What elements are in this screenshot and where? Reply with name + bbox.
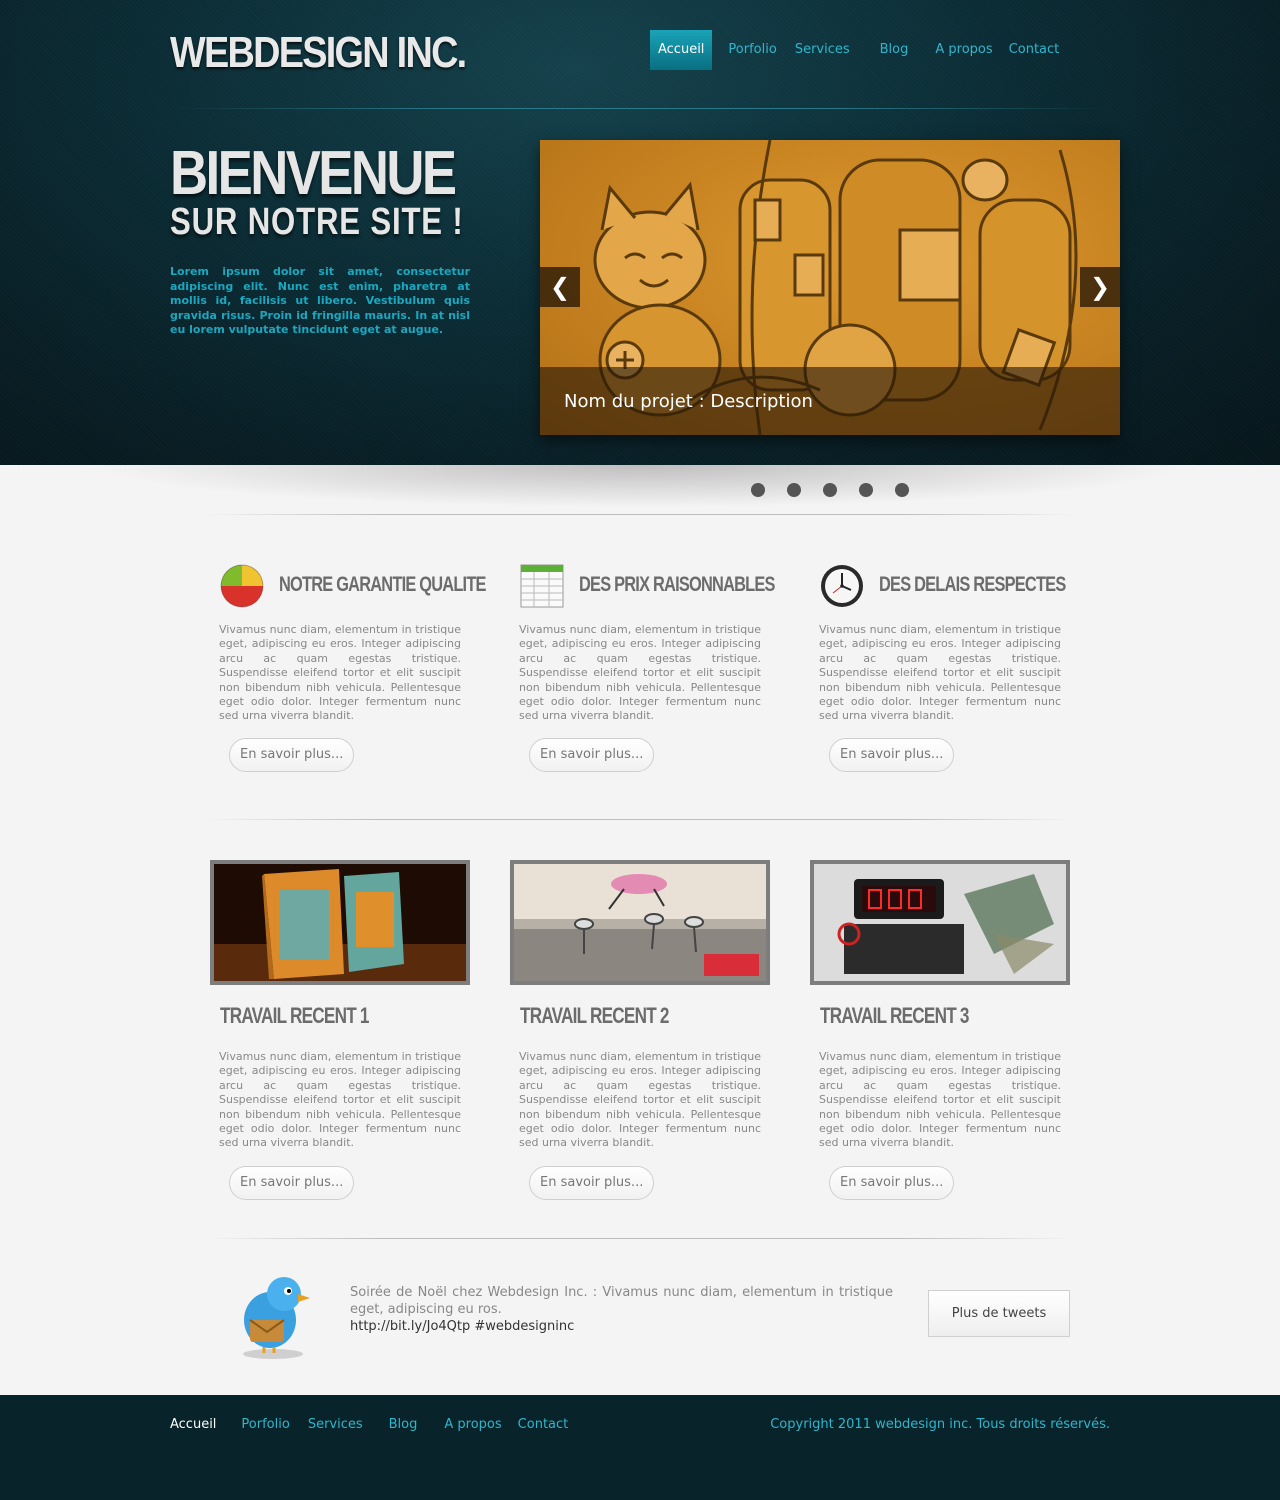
work-thumbnail[interactable] — [810, 860, 1070, 985]
work-thumbnail[interactable] — [510, 860, 770, 985]
hero-title-line2: SUR NOTRE SITE ! — [170, 201, 464, 243]
hero-text: Lorem ipsum dolor sit amet, consectetur … — [170, 265, 470, 337]
slider-dot-4[interactable] — [859, 483, 873, 497]
footer-item-accueil[interactable]: Accueil — [170, 1417, 216, 1432]
work-text: Vivamus nunc diam, elementum in tristiqu… — [819, 1050, 1061, 1150]
slider-dot-1[interactable] — [751, 483, 765, 497]
work-title: TRAVAIL RECENT 3 — [820, 1003, 969, 1028]
more-tweets-button[interactable]: Plus de tweets — [928, 1290, 1070, 1337]
nav-item-a-propos[interactable]: A propos — [935, 30, 992, 70]
hero-title: BIENVENUE SUR NOTRE SITE ! — [170, 138, 528, 244]
site-logo[interactable]: WEBDESIGN INC. — [170, 28, 467, 78]
feature-title: DES DELAIS RESPECTES — [879, 573, 1066, 596]
section-divider — [205, 819, 1075, 820]
footer-item-contact[interactable]: Contact — [518, 1417, 569, 1432]
feature-3-more-button[interactable]: En savoir plus... — [829, 738, 955, 772]
project-slider[interactable]: ❮ ❯ Nom du projet : Description — [540, 140, 1120, 435]
slider-caption-text: Nom du projet : Description — [564, 391, 813, 412]
copyright: Copyright 2011 webdesign inc. Tous droit… — [770, 1417, 1110, 1432]
nav-item-contact[interactable]: Contact — [1009, 30, 1060, 70]
pie-chart-icon — [220, 564, 264, 608]
work-2-more-button[interactable]: En savoir plus... — [529, 1166, 655, 1200]
work-thumbnail[interactable] — [210, 860, 470, 985]
twitter-bird-icon — [243, 1277, 310, 1359]
work-1-more-button[interactable]: En savoir plus... — [229, 1166, 355, 1200]
section-divider — [205, 1238, 1075, 1239]
work-text: Vivamus nunc diam, elementum in tristiqu… — [519, 1050, 761, 1150]
slider-next-button[interactable]: ❯ — [1080, 267, 1120, 307]
work-text: Vivamus nunc diam, elementum in tristiqu… — [219, 1050, 461, 1150]
footer-item-porfolio[interactable]: Porfolio — [241, 1417, 289, 1432]
main-nav: Accueil Porfolio Services Blog A propos … — [650, 30, 1059, 70]
nav-item-accueil[interactable]: Accueil — [650, 30, 713, 70]
nav-item-blog[interactable]: Blog — [880, 30, 909, 70]
header-divider — [170, 108, 1110, 109]
feature-1-more-button[interactable]: En savoir plus... — [229, 738, 355, 772]
slider-dot-5[interactable] — [895, 483, 909, 497]
header: WEBDESIGN INC. Accueil Porfolio Services… — [0, 0, 1280, 465]
header-shadow — [0, 465, 1280, 515]
nav-item-porfolio[interactable]: Porfolio — [728, 30, 776, 70]
work-image — [514, 864, 766, 981]
footer-item-a-propos[interactable]: A propos — [444, 1417, 501, 1432]
feature-2-more-button[interactable]: En savoir plus... — [529, 738, 655, 772]
slider-dot-2[interactable] — [787, 483, 801, 497]
footer-item-services[interactable]: Services — [308, 1417, 363, 1432]
nav-item-services[interactable]: Services — [795, 30, 850, 70]
footer-item-blog[interactable]: Blog — [389, 1417, 418, 1432]
work-image — [214, 864, 466, 981]
work-3-more-button[interactable]: En savoir plus... — [829, 1166, 955, 1200]
work-title: TRAVAIL RECENT 1 — [220, 1003, 369, 1028]
tweet-link[interactable]: http://bit.ly/Jo4Qtp #webdesigninc — [350, 1319, 574, 1334]
section-divider — [205, 514, 1075, 515]
feature-title: DES PRIX RAISONNABLES — [579, 573, 775, 596]
tweet-text: Soirée de Noël chez Webdesign Inc. : Viv… — [350, 1285, 893, 1317]
work-title: TRAVAIL RECENT 2 — [520, 1003, 669, 1028]
slider-dot-3[interactable] — [823, 483, 837, 497]
feature-text: Vivamus nunc diam, elementum in tristiqu… — [219, 623, 461, 723]
spreadsheet-icon — [520, 564, 564, 608]
slider-pagination — [751, 483, 909, 497]
feature-text: Vivamus nunc diam, elementum in tristiqu… — [819, 623, 1061, 723]
slider-caption: Nom du projet : Description — [540, 367, 1120, 435]
work-image — [814, 864, 1066, 981]
footer-nav: Accueil Porfolio Services Blog A propos … — [170, 1417, 568, 1432]
footer: Accueil Porfolio Services Blog A propos … — [0, 1395, 1280, 1500]
feature-title: NOTRE GARANTIE QUALITE — [279, 573, 486, 596]
hero-title-line1: BIENVENUE — [170, 139, 457, 208]
clock-icon — [821, 565, 863, 607]
slider-prev-button[interactable]: ❮ — [540, 267, 580, 307]
feature-text: Vivamus nunc diam, elementum in tristiqu… — [519, 623, 761, 723]
